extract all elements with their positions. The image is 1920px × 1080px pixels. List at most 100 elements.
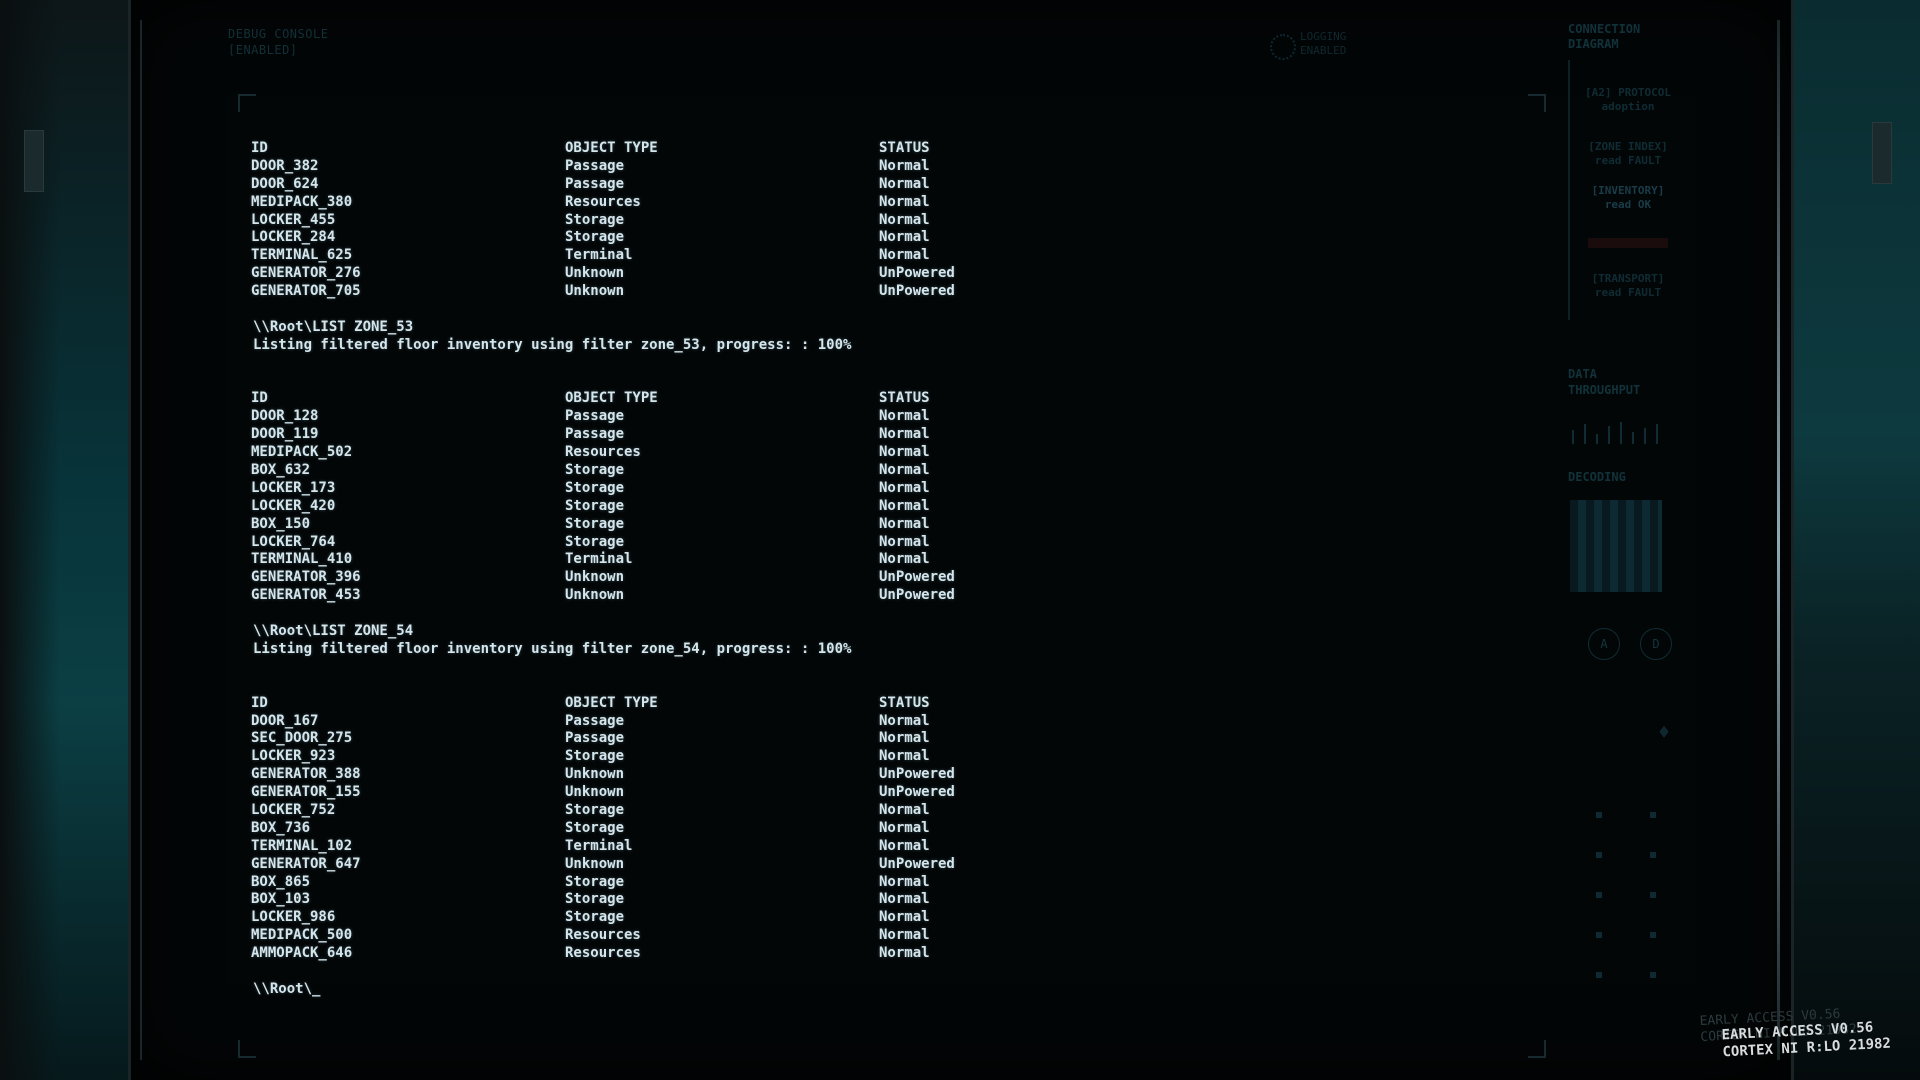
connection-line — [1568, 60, 1570, 320]
connection-item-protocol: [A2] PROTOCOL adoption — [1584, 86, 1672, 113]
object-status: Normal — [879, 945, 930, 962]
object-type: Terminal — [565, 551, 633, 568]
object-status: Normal — [879, 712, 930, 729]
object-id: MEDIPACK_380 — [251, 193, 353, 210]
object-status: Normal — [879, 909, 930, 926]
decoding-visual — [1570, 500, 1662, 592]
table-row: GENERATOR_396 Unknown UnPowered — [251, 569, 1501, 587]
object-id: GENERATOR_705 — [251, 283, 361, 300]
table-row: TERMINAL_410 Terminal Normal — [251, 551, 1501, 569]
object-id: LOCKER_764 — [251, 533, 336, 550]
object-status: Normal — [879, 462, 930, 479]
column-header: ID — [251, 694, 268, 711]
object-type: Passage — [565, 426, 625, 443]
object-id: DOOR_624 — [251, 175, 319, 192]
object-id: LOCKER_455 — [251, 211, 336, 228]
column-header: OBJECT TYPE — [565, 694, 658, 711]
table-header: ID OBJECT TYPE STATUS — [251, 695, 1501, 713]
monitor-edge-glow — [1777, 20, 1780, 1060]
object-type: Storage — [565, 891, 625, 908]
object-status: Normal — [879, 515, 930, 532]
table-row: BOX_150 Storage Normal — [251, 516, 1501, 534]
object-type: Resources — [565, 945, 641, 962]
table-row: TERMINAL_102 Terminal Normal — [251, 838, 1501, 856]
object-id: BOX_632 — [251, 462, 311, 479]
object-type: Storage — [565, 748, 625, 765]
table-row: GENERATOR_388 Unknown UnPowered — [251, 766, 1501, 784]
table-row: LOCKER_752 Storage Normal — [251, 802, 1501, 820]
object-id: GENERATOR_155 — [251, 784, 361, 801]
object-status: Normal — [879, 175, 930, 192]
connection-item-transport: [TRANSPORT] read FAULT — [1591, 272, 1665, 299]
object-status: UnPowered — [879, 283, 955, 300]
connection-diagram-title: CONNECTION DIAGRAM — [1568, 22, 1641, 51]
object-status: Normal — [879, 479, 930, 496]
command-line: \\Root\LIST ZONE_53 — [253, 318, 414, 335]
monitor-mount-left — [24, 130, 44, 192]
object-id: DOOR_119 — [251, 426, 319, 443]
object-status: UnPowered — [879, 766, 955, 783]
object-status: Normal — [879, 801, 930, 818]
object-type: Unknown — [565, 587, 625, 604]
object-status: UnPowered — [879, 587, 955, 604]
object-id: BOX_150 — [251, 515, 311, 532]
object-status: Normal — [879, 444, 930, 461]
object-type: Passage — [565, 730, 625, 747]
connection-item-error-bar — [1588, 238, 1668, 248]
object-id: LOCKER_173 — [251, 479, 336, 496]
object-status: Normal — [879, 408, 930, 425]
object-type: Unknown — [565, 766, 625, 783]
object-type: Passage — [565, 157, 625, 174]
terminal-output[interactable]: ID OBJECT TYPE STATUS DOOR_382 Passage Normal… — [251, 140, 1501, 999]
object-type: Storage — [565, 801, 625, 818]
table-row: DOOR_624 Passage Normal — [251, 176, 1501, 194]
object-status: Normal — [879, 819, 930, 836]
object-type: Passage — [565, 175, 625, 192]
object-status: UnPowered — [879, 265, 955, 282]
object-status: Normal — [879, 193, 930, 210]
object-type: Terminal — [565, 837, 633, 854]
frame-corner-top-left — [238, 94, 256, 112]
object-id: GENERATOR_647 — [251, 855, 361, 872]
table-row: GENERATOR_647 Unknown UnPowered — [251, 856, 1501, 874]
object-type: Resources — [565, 927, 641, 944]
table-row: AMMOPACK_646 Resources Normal — [251, 945, 1501, 963]
monitor-edge-glow-left — [140, 20, 142, 1060]
object-status: Normal — [879, 157, 930, 174]
button-d[interactable]: D — [1640, 628, 1672, 660]
frame-corner-bottom-right — [1528, 1040, 1546, 1058]
object-status: UnPowered — [879, 784, 955, 801]
object-id: DOOR_128 — [251, 408, 319, 425]
object-type: Resources — [565, 193, 641, 210]
column-header: OBJECT TYPE — [565, 140, 658, 156]
button-a[interactable]: A — [1588, 628, 1620, 660]
column-header: STATUS — [879, 140, 930, 156]
object-type: Unknown — [565, 283, 625, 300]
table-row: LOCKER_764 Storage Normal — [251, 534, 1501, 552]
object-type: Terminal — [565, 247, 633, 264]
table-row: TERMINAL_625 Terminal Normal — [251, 247, 1501, 265]
object-id: DOOR_167 — [251, 712, 319, 729]
debug-console-label: DEBUG CONSOLE [ENABLED] — [228, 27, 329, 57]
data-throughput-title: DATA THROUGHPUT — [1568, 367, 1641, 397]
column-header: STATUS — [879, 694, 930, 711]
object-type: Passage — [565, 712, 625, 729]
object-id: GENERATOR_388 — [251, 766, 361, 783]
table-row: LOCKER_986 Storage Normal — [251, 909, 1501, 927]
object-status: Normal — [879, 211, 930, 228]
object-id: BOX_865 — [251, 873, 311, 890]
object-type: Unknown — [565, 784, 625, 801]
object-id: BOX_736 — [251, 819, 311, 836]
object-id: LOCKER_752 — [251, 801, 336, 818]
table-header: ID OBJECT TYPE STATUS — [251, 390, 1501, 408]
table-row: DOOR_382 Passage Normal — [251, 158, 1501, 176]
table-row: LOCKER_420 Storage Normal — [251, 498, 1501, 516]
table-row: LOCKER_923 Storage Normal — [251, 748, 1501, 766]
monitor-mount-right — [1872, 122, 1892, 184]
object-status: Normal — [879, 497, 930, 514]
side-panel: CONNECTION DIAGRAM [A2] PROTOCOL adoptio… — [1568, 0, 1678, 1080]
